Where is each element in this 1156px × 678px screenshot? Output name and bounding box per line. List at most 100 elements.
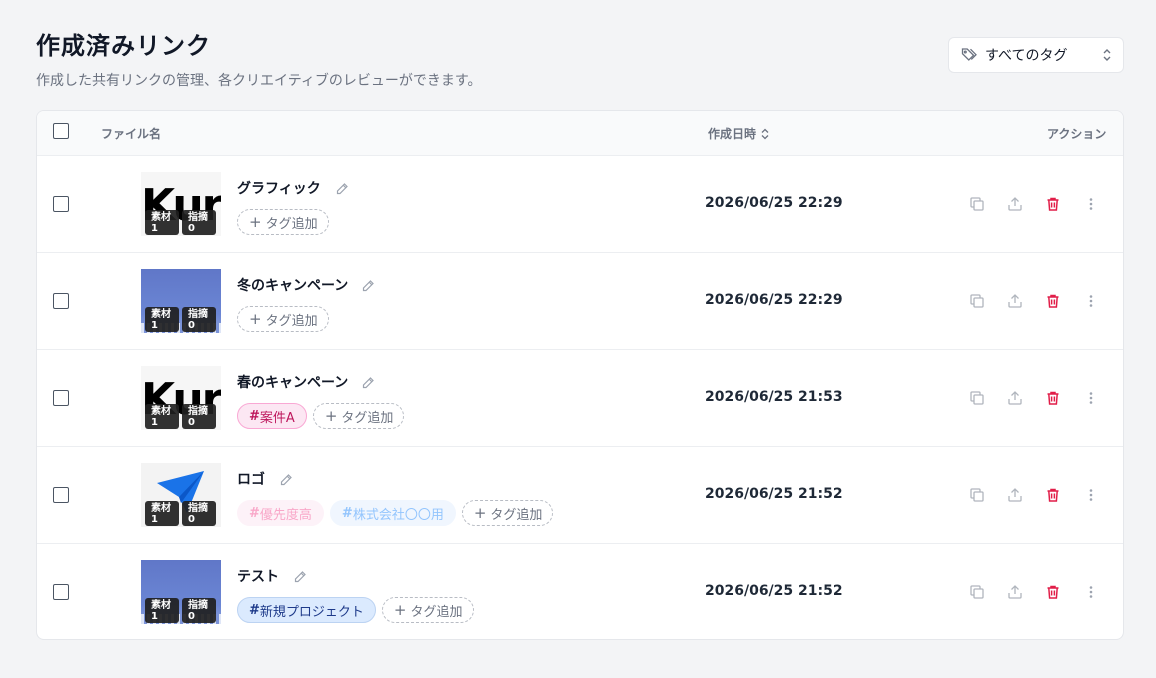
share-icon[interactable] xyxy=(1007,487,1023,503)
row-checkbox[interactable] xyxy=(53,487,69,503)
badge-label: 指摘 xyxy=(188,503,208,514)
copy-icon[interactable] xyxy=(969,390,985,406)
thumbnail-count-badge: 素材 1 xyxy=(145,404,179,429)
tag-text: 案件A xyxy=(259,410,295,426)
tag-list: + タグ追加 xyxy=(237,209,329,235)
thumbnail-count-badge: 指摘 0 xyxy=(182,210,216,235)
file-thumbnail[interactable]: Kur 素材 1 指摘 0 xyxy=(141,366,221,430)
trash-icon[interactable] xyxy=(1045,487,1061,503)
thumbnail-count-badge: 指摘 0 xyxy=(182,404,216,429)
badge-count: 0 xyxy=(188,417,195,428)
add-tag-button[interactable]: + タグ追加 xyxy=(237,209,329,235)
share-icon[interactable] xyxy=(1007,390,1023,406)
column-header-created-at[interactable]: 作成日時 xyxy=(708,125,770,142)
tag-list: # 新規プロジェクト + タグ追加 xyxy=(237,597,474,623)
more-vertical-icon[interactable] xyxy=(1083,584,1099,600)
plus-icon: + xyxy=(324,407,338,425)
sort-icon xyxy=(761,128,769,139)
pencil-icon[interactable] xyxy=(361,278,375,292)
created-date: 2026/06/25 21:52 xyxy=(705,486,843,502)
row-checkbox[interactable] xyxy=(53,584,69,600)
share-icon[interactable] xyxy=(1007,196,1023,212)
tag-hash: # xyxy=(249,505,260,521)
page-title: 作成済みリンク xyxy=(36,32,211,60)
file-thumbnail[interactable]: Kur 素材 1 指摘 0 xyxy=(141,172,221,236)
more-vertical-icon[interactable] xyxy=(1083,293,1099,309)
column-header-file-name: ファイル名 xyxy=(101,127,162,141)
badge-label: 素材 xyxy=(151,600,171,611)
badge-label: 素材 xyxy=(151,503,171,514)
file-thumbnail[interactable]: 素材 1 指摘 0 xyxy=(141,463,221,527)
page: 作成済みリンク 作成した共有リンクの管理、各クリエイティブのレビューができます。… xyxy=(0,0,1156,678)
chevron-up-down-icon xyxy=(1103,49,1111,61)
add-tag-label: タグ追加 xyxy=(410,604,463,620)
plus-icon: + xyxy=(249,310,262,328)
tag-filter-select[interactable]: すべてのタグ xyxy=(948,37,1124,73)
pencil-icon[interactable] xyxy=(361,375,375,389)
copy-icon[interactable] xyxy=(969,584,985,600)
tag-text: 新規プロジェクト xyxy=(259,604,364,620)
badge-label: 素材 xyxy=(151,406,171,417)
table-row[interactable]: Kur 素材 1 指摘 0 グラフィック + タグ追加 2026/06/25 22:29 xyxy=(37,155,1123,252)
table-row[interactable]: Kur 素材 1 指摘 0 春のキャンペーン # 案件A + タグ追加 2026/06/25… xyxy=(37,349,1123,446)
trash-icon[interactable] xyxy=(1045,390,1061,406)
link-name[interactable]: テスト xyxy=(237,566,279,586)
more-vertical-icon[interactable] xyxy=(1083,487,1099,503)
thumbnail-count-badge: 素材 1 xyxy=(145,307,179,332)
badge-count: 0 xyxy=(188,611,195,622)
row-checkbox[interactable] xyxy=(53,196,69,212)
tag-chip[interactable]: # 新規プロジェクト xyxy=(237,597,376,623)
pencil-icon[interactable] xyxy=(279,472,293,486)
thumbnail-count-badge: 指摘 0 xyxy=(182,598,216,623)
plus-icon: + xyxy=(249,213,262,231)
thumbnail-count-badge: 指摘 0 xyxy=(182,307,216,332)
table-row[interactable]: 素材 1 指摘 0 ロゴ # 優先度高 # 株式会社〇〇用 + タグ追加 2026/06/2… xyxy=(37,446,1123,543)
copy-icon[interactable] xyxy=(969,196,985,212)
file-thumbnail[interactable]: 素材 1 指摘 0 xyxy=(141,269,221,333)
tag-text: 株式会社〇〇用 xyxy=(352,507,444,523)
table-row[interactable]: 素材 1 指摘 0 テスト # 新規プロジェクト + タグ追加 2026/06/25 21… xyxy=(37,543,1123,639)
link-name[interactable]: 冬のキャンペーン xyxy=(237,275,348,295)
badge-count: 0 xyxy=(188,514,195,525)
badge-count: 1 xyxy=(151,320,158,331)
badge-count: 1 xyxy=(151,223,158,234)
share-icon[interactable] xyxy=(1007,584,1023,600)
tag-hash: # xyxy=(249,408,260,424)
trash-icon[interactable] xyxy=(1045,196,1061,212)
link-name[interactable]: ロゴ xyxy=(237,469,265,489)
copy-icon[interactable] xyxy=(969,487,985,503)
table-row[interactable]: 素材 1 指摘 0 冬のキャンペーン + タグ追加 2026/06/25 22:29 xyxy=(37,252,1123,349)
thumbnail-count-badge: 素材 1 xyxy=(145,501,179,526)
tag-chip[interactable]: # 優先度高 xyxy=(237,500,324,526)
add-tag-button[interactable]: + タグ追加 xyxy=(312,403,405,429)
created-date: 2026/06/25 21:52 xyxy=(705,583,843,599)
row-checkbox[interactable] xyxy=(53,390,69,406)
created-date: 2026/06/25 21:53 xyxy=(705,389,843,405)
select-all-checkbox[interactable] xyxy=(53,123,69,139)
badge-label: 素材 xyxy=(151,212,171,223)
copy-icon[interactable] xyxy=(969,293,985,309)
pencil-icon[interactable] xyxy=(335,181,349,195)
link-name[interactable]: 春のキャンペーン xyxy=(237,372,348,392)
tag-chip[interactable]: # 株式会社〇〇用 xyxy=(329,500,456,526)
add-tag-button[interactable]: + タグ追加 xyxy=(461,500,554,526)
add-tag-label: タグ追加 xyxy=(490,507,543,523)
badge-count: 0 xyxy=(188,223,195,234)
badge-label: 指摘 xyxy=(188,600,208,611)
links-table: ファイル名 作成日時 アクション Kur 素材 1 指摘 0 グラフィック + タグ追加 … xyxy=(36,110,1124,640)
add-tag-button[interactable]: + タグ追加 xyxy=(381,597,474,623)
link-name[interactable]: グラフィック xyxy=(237,178,321,198)
row-checkbox[interactable] xyxy=(53,293,69,309)
trash-icon[interactable] xyxy=(1045,584,1061,600)
tag-chip[interactable]: # 案件A xyxy=(237,403,307,429)
badge-count: 1 xyxy=(151,514,158,525)
trash-icon[interactable] xyxy=(1045,293,1061,309)
file-thumbnail[interactable]: 素材 1 指摘 0 xyxy=(141,560,221,624)
pencil-icon[interactable] xyxy=(293,569,307,583)
tag-icon xyxy=(961,48,977,61)
more-vertical-icon[interactable] xyxy=(1083,196,1099,212)
add-tag-button[interactable]: + タグ追加 xyxy=(237,306,329,332)
more-vertical-icon[interactable] xyxy=(1083,390,1099,406)
share-icon[interactable] xyxy=(1007,293,1023,309)
tag-list: # 案件A + タグ追加 xyxy=(237,403,405,429)
